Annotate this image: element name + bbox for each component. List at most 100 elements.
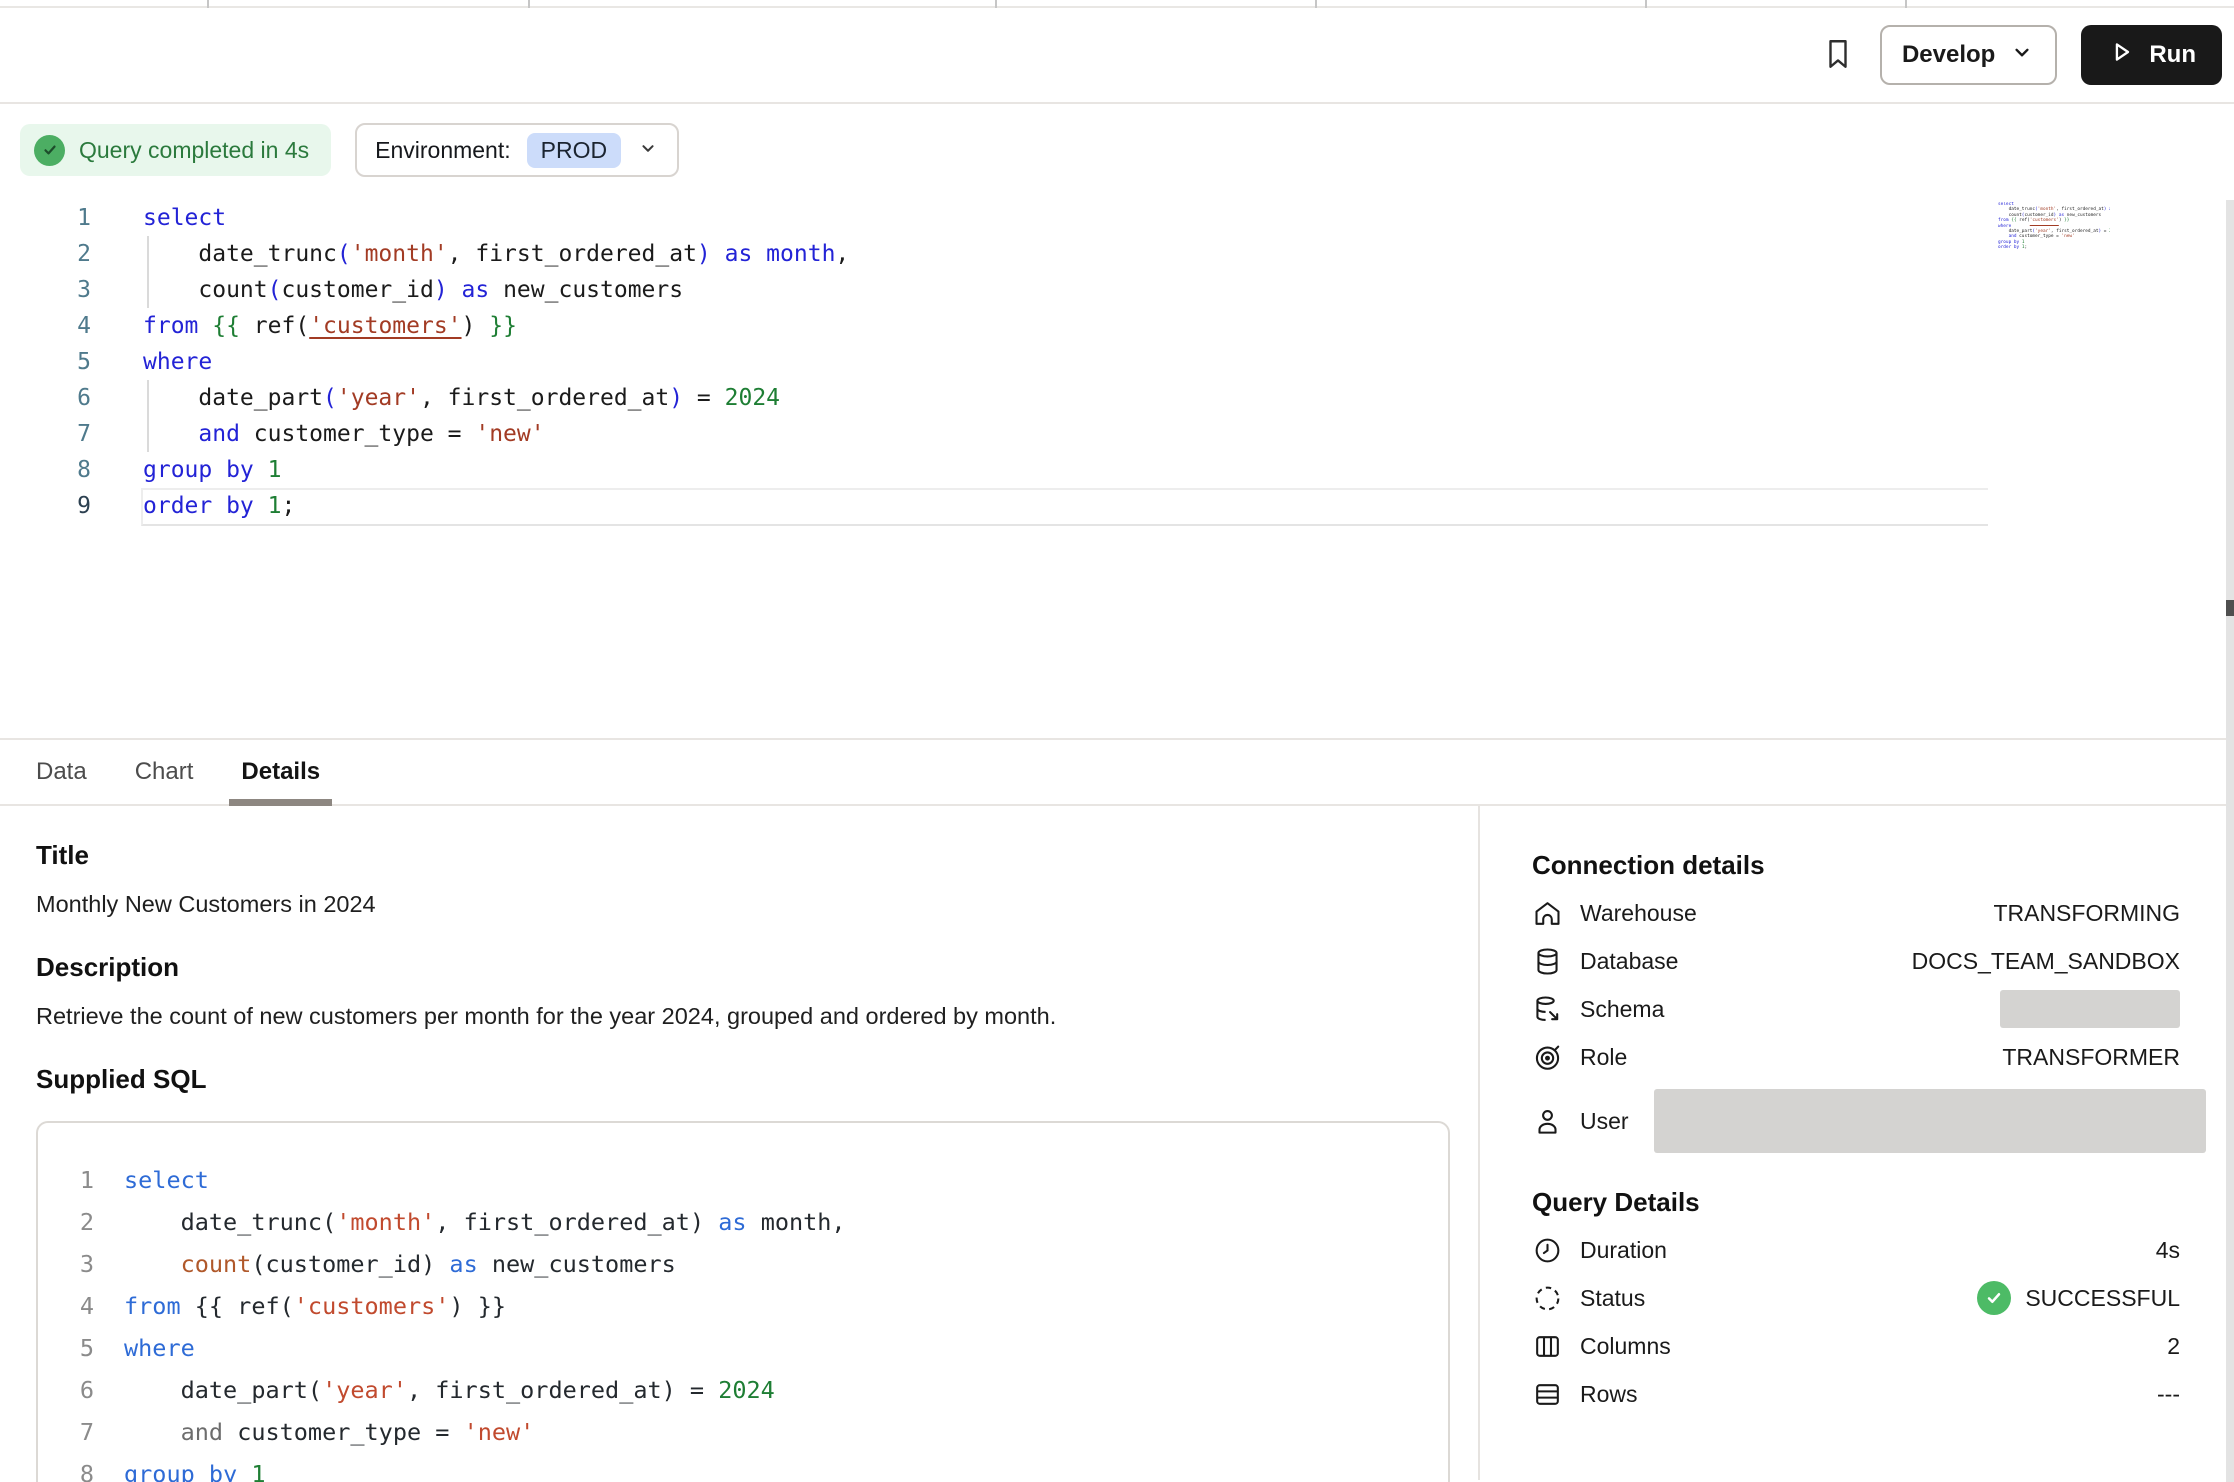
editor-code-line: group by 1 (143, 452, 849, 488)
columns-value: 2 (2167, 1333, 2180, 1360)
database-icon (1532, 946, 1563, 977)
code-token: 'new' (475, 421, 544, 447)
supplied-sql-line: 4from {{ ref('customers') }} (38, 1285, 1448, 1327)
code-token: where (1998, 224, 2011, 229)
code-token: , first_ordered_at (420, 385, 669, 411)
develop-button[interactable]: Develop (1880, 25, 2057, 85)
code-token: where (124, 1334, 195, 1362)
code-line: group by 1 (124, 1453, 266, 1482)
duration-value-text: 4s (2156, 1237, 2180, 1264)
code-token: as month (725, 241, 836, 267)
vertical-scrollbar-track[interactable] (2226, 200, 2234, 1482)
query-status-badge: Query completed in 4s (20, 124, 331, 176)
columns-icon (1532, 1331, 1563, 1362)
line-number: 3 (0, 272, 91, 308)
warehouse-value: TRANSFORMING (1993, 900, 2180, 927)
code-token: {{ ref( (181, 1292, 294, 1320)
code-token: 2024 (2109, 229, 2110, 234)
tab-chart[interactable]: Chart (123, 740, 206, 804)
code-token: ; (2024, 245, 2027, 250)
code-token: 'new' (464, 1418, 535, 1446)
line-number: 8 (38, 1453, 94, 1482)
editor-code-line: date_part('year', first_ordered_at) = 20… (143, 380, 849, 416)
description-heading: Description (36, 952, 1448, 983)
code-token: }} (2064, 218, 2069, 223)
rows-row: Rows--- (1532, 1370, 2180, 1418)
code-token: from (124, 1292, 181, 1320)
code-token: customer_type = (223, 1418, 464, 1446)
role-value: TRANSFORMER (2002, 1044, 2180, 1071)
code-token: 1 (268, 457, 282, 483)
code-token: group by (124, 1460, 237, 1482)
supplied-sql-line: 5where (38, 1327, 1448, 1369)
code-token: 'month' (351, 241, 448, 267)
code-token: 2024 (725, 385, 780, 411)
tab-data[interactable]: Data (24, 740, 99, 804)
bookmark-button[interactable] (1820, 36, 1856, 75)
app-tab-separator (1905, 0, 1907, 8)
code-token: customer_type = (240, 421, 475, 447)
code-token: ) }} (449, 1292, 506, 1320)
rows-label: Rows (1580, 1381, 1638, 1408)
environment-label: Environment: (375, 137, 511, 164)
database-value: DOCS_TEAM_SANDBOX (1912, 948, 2180, 975)
editor-code-line: count(customer_id) as new_customers (143, 272, 849, 308)
run-button[interactable]: Run (2081, 25, 2222, 85)
code-token: order by (143, 493, 254, 519)
line-number: 7 (0, 416, 91, 452)
code-token: select (124, 1166, 209, 1194)
code-token: date_part( (124, 1376, 322, 1404)
schema-row: Schema (1532, 985, 2180, 1033)
supplied-sql-line: 2 date_trunc('month', first_ordered_at) … (38, 1201, 1448, 1243)
success-check-icon (1977, 1281, 2011, 1315)
vertical-scrollbar-thumb[interactable] (2226, 600, 2234, 616)
develop-button-label: Develop (1902, 41, 1995, 69)
code-line: select (124, 1159, 209, 1201)
line-number: 2 (38, 1201, 94, 1243)
code-token: customer_type = (2017, 234, 2062, 239)
warehouse-label: Warehouse (1580, 900, 1697, 927)
code-token: from (1998, 218, 2009, 223)
code-token: ) (462, 313, 476, 339)
status-row: StatusSUCCESSFUL (1532, 1274, 2180, 1322)
run-button-label: Run (2149, 41, 2196, 69)
code-token: ( (268, 277, 282, 303)
editor-minimap[interactable]: select date_trunc('month', first_ordered… (1998, 202, 2110, 251)
code-token: 'year' (337, 385, 420, 411)
status-label: Status (1580, 1285, 1645, 1312)
code-token (124, 1250, 181, 1278)
rows-icon (1532, 1379, 1563, 1410)
duration-icon (1532, 1235, 1563, 1266)
warehouse-row: Warehouse TRANSFORMING (1532, 889, 2180, 937)
details-left-column: Title Monthly New Customers in 2024 Desc… (0, 806, 1478, 1482)
code-token: where (143, 349, 212, 375)
code-token: 'new' (2061, 234, 2074, 239)
editor-code-area[interactable]: select date_trunc('month', first_ordered… (143, 200, 849, 524)
editor-gutter[interactable]: 123456789 (0, 200, 91, 524)
app-tab-separator (1315, 0, 1317, 8)
code-token: new_customers (489, 277, 683, 303)
code-token: }} (489, 313, 517, 339)
code-token (237, 1460, 251, 1482)
line-number: 8 (0, 452, 91, 488)
user-value (1654, 1089, 2180, 1153)
code-token (475, 313, 489, 339)
supplied-sql-line: 1select (38, 1159, 1448, 1201)
code-token: , first_ordered_at) = (407, 1376, 718, 1404)
environment-selector[interactable]: Environment: PROD (355, 123, 679, 177)
tab-details[interactable]: Details (229, 740, 332, 804)
duration-value: 4s (2156, 1237, 2180, 1264)
code-token: 2024 (718, 1376, 775, 1404)
code-token (124, 1418, 181, 1446)
supplied-sql-line: 3 count(customer_id) as new_customers (38, 1243, 1448, 1285)
columns-row: Columns2 (1532, 1322, 2180, 1370)
status-row: Query completed in 4s Environment: PROD (20, 124, 2234, 176)
code-token: date_trunc (1998, 207, 2035, 212)
title-value: Monthly New Customers in 2024 (36, 891, 1448, 918)
line-number: 4 (0, 308, 91, 344)
database-label: Database (1580, 948, 1678, 975)
schema-value (2000, 990, 2180, 1028)
role-icon (1532, 1042, 1563, 1073)
code-token (1998, 234, 2009, 239)
sql-editor[interactable]: 123456789 select date_trunc('month', fir… (0, 192, 2234, 738)
